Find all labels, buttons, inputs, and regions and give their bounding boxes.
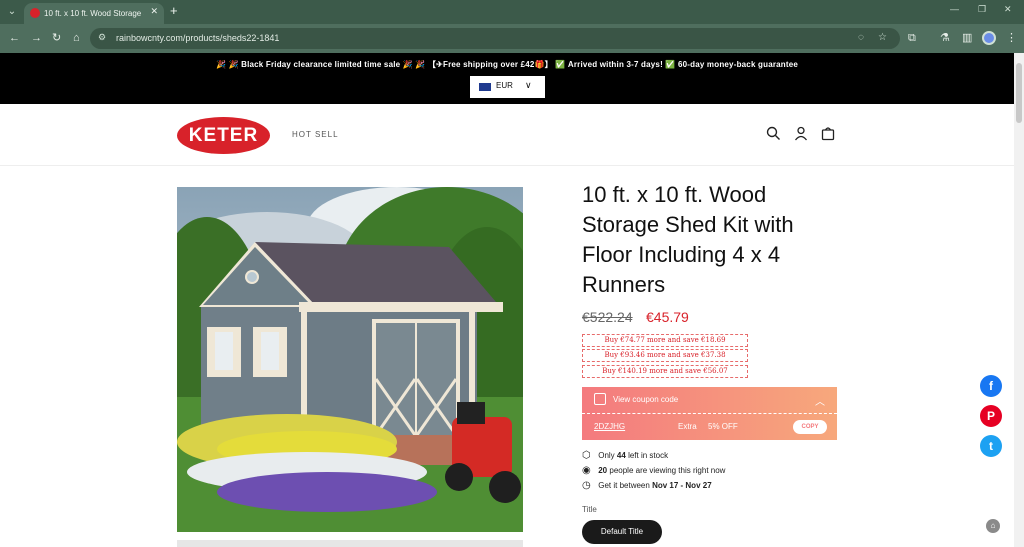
product-image[interactable] <box>177 187 523 532</box>
page-scrollbar[interactable] <box>1014 53 1024 547</box>
tab-close-icon[interactable]: ✕ <box>150 6 158 17</box>
copy-coupon-button[interactable]: COPY <box>793 420 827 434</box>
profile-icon[interactable] <box>982 31 996 45</box>
currency-label: EUR <box>496 81 513 90</box>
coupon-icon <box>594 393 606 405</box>
site-header: KETER HOT SELL <box>0 104 1014 166</box>
star-icon[interactable]: ☆ <box>878 32 887 43</box>
eye-icon: ◉ <box>582 465 591 476</box>
address-bar[interactable]: ⚙ rainbowcnty.com/products/sheds22-1841 … <box>90 28 900 49</box>
delivery-range: Nov 17 - Nov 27 <box>652 481 712 490</box>
announcement-bar: 🎉 🎉 Black Friday clearance limited time … <box>0 53 1014 104</box>
old-price: €522.24 <box>582 309 633 325</box>
thumbnail-strip <box>177 540 523 547</box>
coupon-row: 2DZJHG Extra 5% OFF COPY <box>582 413 837 440</box>
twitter-icon[interactable]: t <box>980 435 1002 457</box>
viewers-info: ◉ 20 people are viewing this right now <box>582 465 725 477</box>
menu-icon[interactable]: ⋮ <box>1006 31 1017 45</box>
eu-flag-icon <box>479 83 491 91</box>
coupon-code[interactable]: 2DZJHG <box>594 422 625 431</box>
new-tab-button[interactable]: + <box>170 4 178 18</box>
stock-prefix: Only <box>598 451 615 460</box>
viewers-suffix: people are viewing this right now <box>609 466 726 475</box>
back-icon[interactable]: ← <box>9 31 20 45</box>
chevron-up-icon[interactable]: ︿ <box>815 393 825 408</box>
option-default-title-button[interactable]: Default Title <box>582 520 662 544</box>
home-icon[interactable]: ⌂ <box>73 31 80 45</box>
announcement-text: 🎉 🎉 Black Friday clearance limited time … <box>215 60 799 69</box>
delivery-prefix: Get it between <box>598 481 650 490</box>
cart-icon[interactable] <box>821 126 835 144</box>
browser-toolbar: ← → ↻ ⌂ ⚙ rainbowcnty.com/products/sheds… <box>0 24 1024 53</box>
delivery-info: ◷ Get it between Nov 17 - Nov 27 <box>582 480 712 492</box>
search-icon[interactable] <box>766 126 781 144</box>
minimize-icon[interactable]: — <box>950 4 959 14</box>
side-panel-icon[interactable]: ▥ <box>962 31 972 45</box>
scrollbar-thumb[interactable] <box>1016 63 1022 123</box>
currency-selector[interactable]: EUR ∨ <box>470 76 545 98</box>
chevron-down-icon: ∨ <box>525 80 532 90</box>
tab-favicon-icon <box>30 8 40 18</box>
coupon-discount: 5% OFF <box>708 422 738 431</box>
discount-tier[interactable]: Buy €74.77 more and save €18.69 <box>582 334 748 347</box>
stock-info: ⬡ Only 44 left in stock <box>582 450 668 462</box>
reload-icon[interactable]: ↻ <box>52 31 61 45</box>
coupon-header[interactable]: View coupon code ︿ <box>582 387 837 413</box>
facebook-icon[interactable]: f <box>980 375 1002 397</box>
pinterest-icon[interactable]: P <box>980 405 1002 427</box>
sale-price: €45.79 <box>646 309 689 325</box>
viewers-count: 20 <box>598 466 608 475</box>
nav-hot-sell[interactable]: HOT SELL <box>292 130 339 139</box>
product-title: 10 ft. x 10 ft. Wood Storage Shed Kit wi… <box>582 182 794 297</box>
coupon-extra-label: Extra <box>678 422 697 431</box>
stock-suffix: left in stock <box>628 451 669 460</box>
floating-help-icon[interactable]: ⌂ <box>986 519 1000 533</box>
coupon-box: View coupon code ︿ 2DZJHG Extra 5% OFF C… <box>582 387 837 440</box>
option-label: Title <box>582 505 597 514</box>
forward-icon[interactable]: → <box>31 31 42 45</box>
browser-tab-strip: ⌄ 10 ft. x 10 ft. Wood Storage Shed Kit … <box>0 0 1024 24</box>
restore-icon[interactable]: ❐ <box>978 4 986 15</box>
browser-tab[interactable]: 10 ft. x 10 ft. Wood Storage Shed Kit ✕ <box>24 3 164 24</box>
brand-logo[interactable]: KETER <box>177 117 270 154</box>
tab-title: 10 ft. x 10 ft. Wood Storage Shed Kit <box>44 9 144 18</box>
tab-search-icon[interactable]: ⌄ <box>4 4 20 20</box>
account-icon[interactable] <box>794 126 808 144</box>
stock-count: 44 <box>616 451 626 460</box>
discount-tier[interactable]: Buy €93.46 more and save €37.38 <box>582 349 748 362</box>
box-icon: ⬡ <box>582 450 591 461</box>
coupon-label: View coupon code <box>613 395 679 404</box>
discount-tier[interactable]: Buy €140.19 more and save €56.07 <box>582 365 748 378</box>
clock-icon: ◷ <box>582 480 591 491</box>
close-window-icon[interactable]: ✕ <box>1004 4 1012 15</box>
extensions-icon[interactable]: ⧉ <box>908 31 916 45</box>
eye-off-icon[interactable]: ◌ <box>858 32 864 43</box>
lab-icon[interactable]: ⚗ <box>940 31 950 45</box>
url-text[interactable]: rainbowcnty.com/products/sheds22-1841 <box>116 32 279 45</box>
site-info-icon[interactable]: ⚙ <box>98 32 106 43</box>
